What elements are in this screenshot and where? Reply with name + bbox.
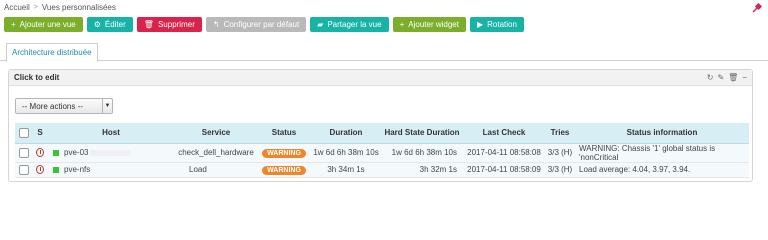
minimize-icon[interactable]: − [742,73,747,82]
last-check-cell: 2017-04-11 08:58:08 [463,143,545,163]
more-actions-label: -- More actions -- [22,101,83,111]
header-s[interactable]: S [33,123,47,144]
host-up-indicator [53,149,59,156]
add-view-label: Ajouter une vue [19,20,76,29]
service-cell[interactable]: check_dell_hardware [175,143,257,163]
status-cell: WARNING [257,143,311,163]
edit-label: Éditer [104,20,126,29]
rotation-label: Rotation [487,20,517,29]
table-row[interactable]: pve-nfs Load WARNING 3h 34m 1s 3h 32m 1s… [15,162,749,178]
toolbar: + Ajouter une vue ⚙ Éditer 🗑 Supprimer ↰ Con… [4,17,524,32]
header-last-check[interactable]: Last Check [463,123,545,144]
delete-label: Supprimer [157,20,195,29]
chevron-down-icon: ▼ [102,99,112,113]
status-cell: WARNING [257,162,311,178]
hard-state-duration-cell: 1w 6d 6h 38m 10s [381,143,463,163]
pin-icon[interactable] [751,2,763,14]
row-checkbox[interactable] [19,164,29,175]
row-select [15,143,33,163]
refresh-icon[interactable]: ↻ [707,73,714,82]
configure-default-button[interactable]: ↰ Configurer par défaut [205,17,307,32]
header-status-information[interactable]: Status information [575,123,749,144]
trash-icon: 🗑 [143,19,154,29]
rotation-button[interactable]: ▶ Rotation [469,17,524,32]
redacted-text [90,149,131,156]
last-check-cell: 2017-04-11 08:58:09 [463,162,545,178]
delete-button[interactable]: 🗑 Supprimer [136,17,202,32]
widget-panel: Click to edit ↻ ✎ 🗑 − -- More actions --… [8,69,753,182]
more-actions-select[interactable]: -- More actions -- ▼ [15,98,113,114]
breadcrumb-home[interactable]: Accueil [4,3,30,12]
header-tries[interactable]: Tries [545,123,575,144]
header-service[interactable]: Service [175,123,257,144]
row-checkbox[interactable] [19,147,29,158]
table-header-row: S Host Service Status Duration Hard Stat… [15,123,749,144]
services-table: S Host Service Status Duration Hard Stat… [15,123,749,178]
header-status[interactable]: Status [257,123,311,144]
host-link[interactable]: pve-nfs [64,165,90,174]
select-all-checkbox[interactable] [19,127,29,138]
panel-title[interactable]: Click to edit [14,73,59,82]
tries-cell: 3/3 (H) [545,162,575,178]
add-widget-button[interactable]: + Ajouter widget [392,17,466,32]
breadcrumb-current: Vues personnalisées [41,3,116,12]
service-cell[interactable]: Load [175,162,257,178]
plus-icon: + [11,19,16,29]
play-icon: ▶ [476,19,484,29]
chevron-right-icon: > [33,4,38,11]
tab-bar: Architecture distribuée [0,41,768,62]
row-state-cell [33,143,47,163]
header-duration[interactable]: Duration [311,123,381,144]
share-view-label: Partager la vue [327,20,382,29]
header-host[interactable]: Host [47,123,175,144]
share-view-button[interactable]: ▰ Partager la vue [310,17,389,32]
configure-default-label: Configurer par défaut [223,20,300,29]
folder-icon: ▰ [317,19,324,29]
trash-icon[interactable]: 🗑 [728,73,738,82]
row-select [15,162,33,178]
undo-icon: ↰ [212,19,220,29]
duration-cell: 1w 6d 6h 38m 10s [311,143,381,163]
add-view-button[interactable]: + Ajouter une vue [4,17,83,32]
header-hard-state-duration[interactable]: Hard State Duration [381,123,463,144]
header-select[interactable] [15,123,33,144]
host-cell: pve-nfs [47,162,175,178]
panel-tools: ↻ ✎ 🗑 − [707,73,747,82]
status-information-cell: WARNING: Chassis '1' global status is 'n… [575,143,749,163]
duration-cell: 3h 34m 1s [311,162,381,178]
power-icon [36,148,44,158]
power-icon [36,165,44,175]
wrench-icon[interactable]: ✎ [717,73,724,82]
host-up-indicator [53,166,59,173]
gear-icon: ⚙ [93,19,101,29]
host-cell: pve-03 [47,143,175,163]
table-row[interactable]: pve-03 check_dell_hardware WARNING 1w 6d… [15,143,749,163]
status-information-cell: Load average: 4.04, 3.97, 3.94. [575,162,749,178]
hard-state-duration-cell: 3h 32m 1s [381,162,463,178]
row-state-cell [33,162,47,178]
add-widget-label: Ajouter widget [408,20,459,29]
edit-button[interactable]: ⚙ Éditer [86,17,133,32]
plus-icon: + [399,19,405,29]
tab-architecture-distribuee[interactable]: Architecture distribuée [6,43,98,62]
tries-cell: 3/3 (H) [545,143,575,163]
breadcrumb: Accueil > Vues personnalisées [4,3,116,12]
status-badge: WARNING [262,149,306,158]
host-link[interactable]: pve-03 [64,148,88,157]
panel-header: Click to edit ↻ ✎ 🗑 − [9,70,752,86]
status-badge: WARNING [262,166,306,175]
